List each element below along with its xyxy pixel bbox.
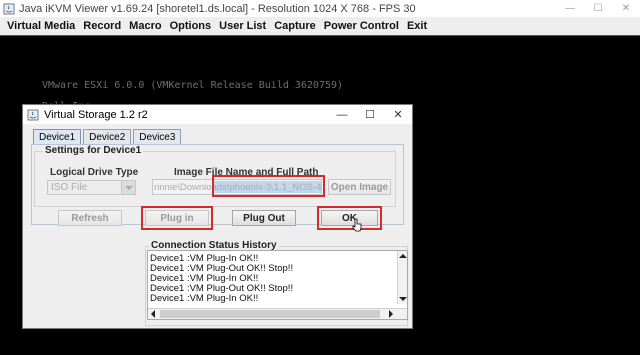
scroll-thumb[interactable] [160,310,380,318]
dialog-minimize-button[interactable]: — [328,105,356,124]
scroll-up-icon[interactable] [399,252,407,260]
horizontal-scrollbar[interactable] [148,308,407,319]
hand-cursor-icon [352,218,362,232]
chevron-down-icon[interactable] [121,181,135,194]
scroll-left-icon[interactable] [150,310,158,318]
open-image-button[interactable]: Open Image [328,179,391,195]
list-item: Device1 :VM Plug-In OK!! [150,293,259,304]
device-tabs: Device1 Device2 Device3 [33,129,183,144]
console-text-line: VMware ESXi 6.0.0 (VMKernel Release Buil… [42,80,344,91]
plug-out-button[interactable]: Plug Out [232,210,296,226]
maximize-button[interactable]: ☐ [584,0,612,17]
refresh-button[interactable]: Refresh [58,210,122,226]
window-titlebar: Java iKVM Viewer v1.69.24 [shoretel1.ds.… [0,0,640,17]
drive-type-select[interactable]: ISO File [47,180,136,195]
highlight-box [317,206,382,230]
window-title: Java iKVM Viewer v1.69.24 [shoretel1.ds.… [19,2,416,15]
dialog-maximize-button[interactable]: ☐ [356,105,384,124]
drive-type-label: Logical Drive Type [50,167,139,178]
tab-device1[interactable]: Device1 [33,129,82,144]
history-log[interactable]: Device1 :VM Plug-In OK!! Device1 :VM Plu… [147,250,408,320]
menu-power-control[interactable]: Power Control [320,20,403,32]
menu-exit[interactable]: Exit [403,20,431,32]
tab-device2[interactable]: Device2 [83,129,132,144]
menu-capture[interactable]: Capture [270,20,320,32]
java-icon [3,3,15,14]
minimize-button[interactable]: — [556,0,584,17]
vertical-scrollbar[interactable] [397,251,407,304]
menu-bar: Virtual Media Record Macro Options User … [0,17,640,35]
menu-macro[interactable]: Macro [125,20,165,32]
menu-options[interactable]: Options [166,20,216,32]
highlight-box [212,175,325,197]
menu-record[interactable]: Record [79,20,125,32]
drive-type-value: ISO File [51,182,88,193]
highlight-box [141,206,213,230]
dialog-close-button[interactable]: ✕ [384,105,412,124]
dialog-title: Virtual Storage 1.2 r2 [44,108,148,121]
menu-virtual-media[interactable]: Virtual Media [3,20,79,32]
scroll-down-icon[interactable] [399,295,407,303]
scroll-right-icon[interactable] [387,310,395,318]
tab-device3[interactable]: Device3 [133,129,182,144]
java-icon [27,109,39,120]
virtual-storage-dialog: Virtual Storage 1.2 r2 — ☐ ✕ Device1 Dev… [22,104,413,329]
settings-legend: Settings for Device1 [43,145,144,156]
menu-user-list[interactable]: User List [215,20,270,32]
close-button[interactable]: ✕ [612,0,640,17]
dialog-titlebar: Virtual Storage 1.2 r2 — ☐ ✕ [23,105,412,124]
